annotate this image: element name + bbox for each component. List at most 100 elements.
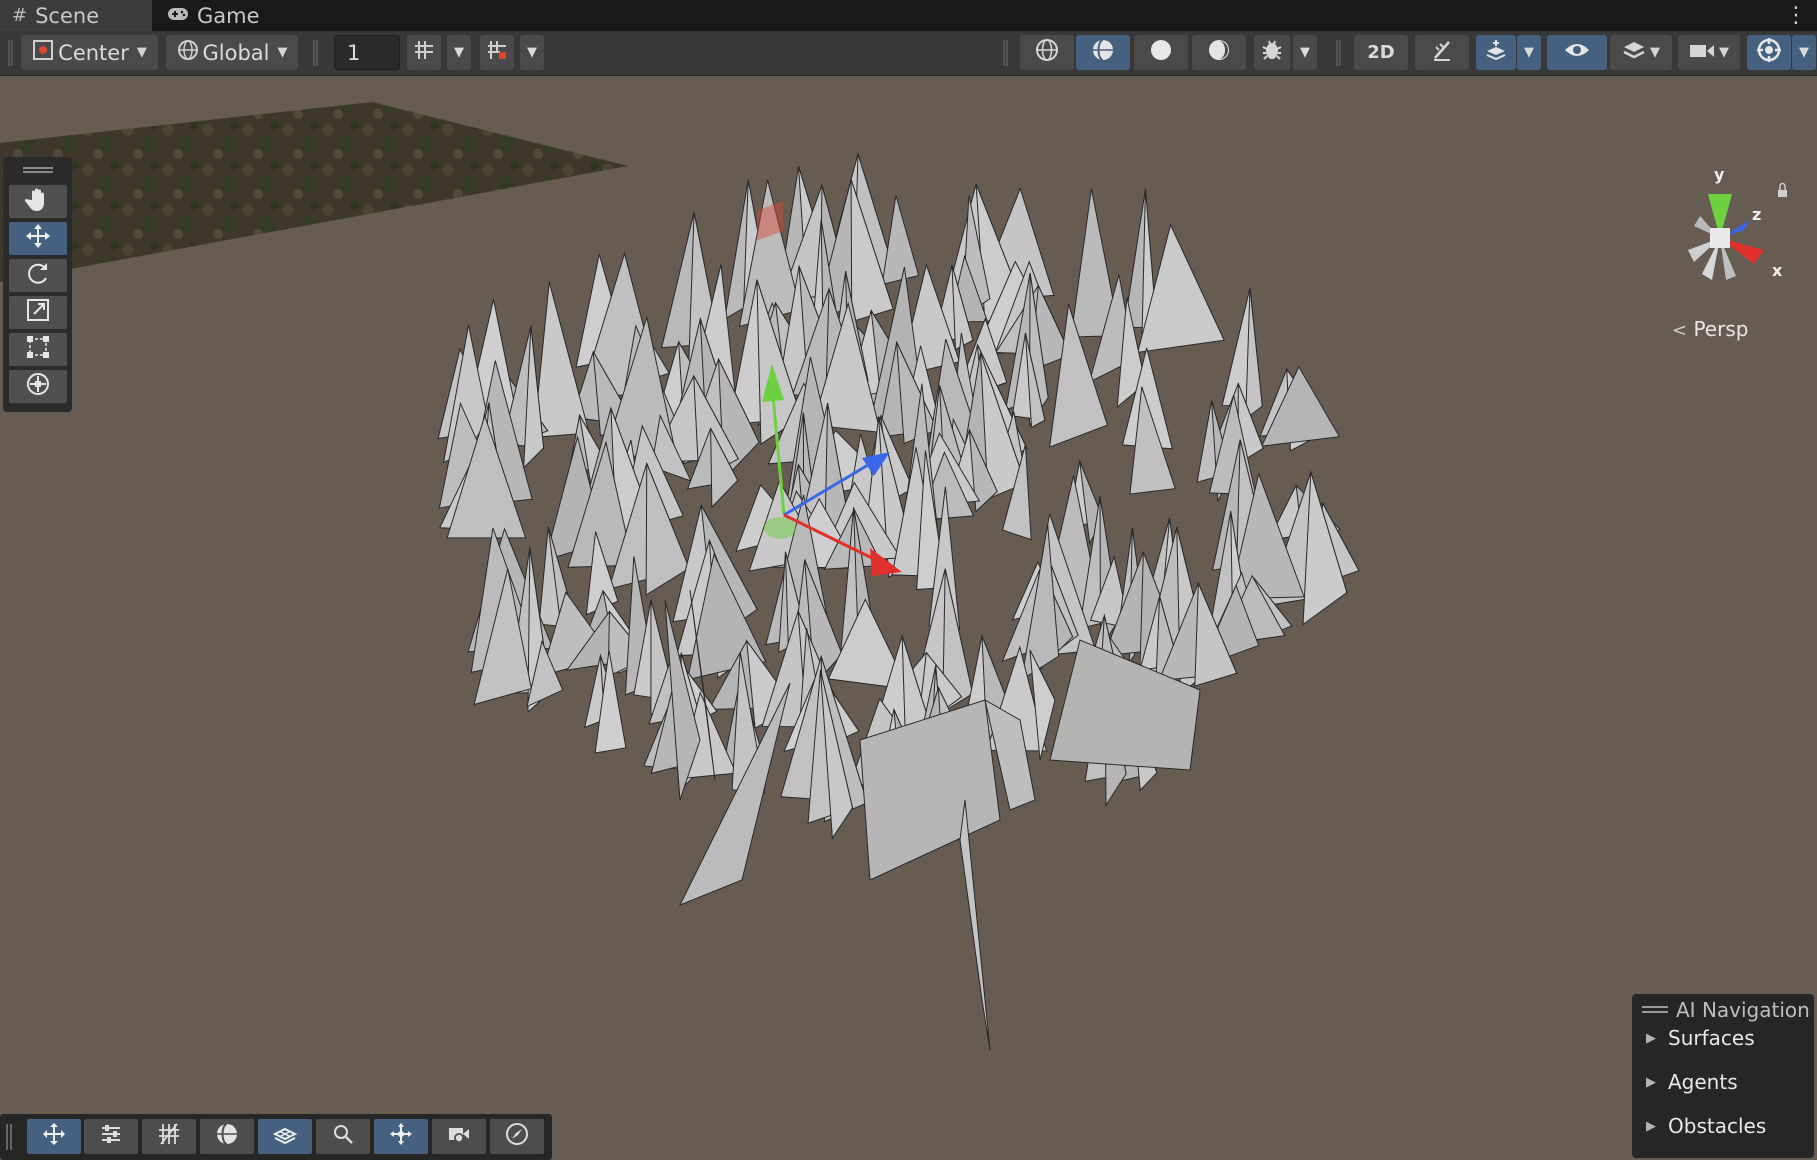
persp-chevron-icon: < [1672,320,1688,341]
toolbar-separator [1336,40,1341,66]
grid-icon [157,1122,181,1151]
tab-game-label: Game [197,3,260,28]
chevron-down-icon: ▼ [277,45,288,60]
lock-icon [1778,190,1787,197]
grid-snap-icon [413,39,435,66]
incremental-snap-dropdown[interactable]: ▼ [520,35,544,70]
camera-eye-icon [447,1122,471,1151]
overlay-search-button[interactable] [316,1119,370,1154]
gizmos-toggle[interactable] [1747,35,1791,70]
rotate-icon [25,260,51,292]
pivot-rotation-label: Global [202,40,270,65]
gamepad-icon [167,5,189,26]
pivot-rotation-dropdown[interactable]: Global ▼ [166,35,298,70]
overlay-grid-snap-button[interactable] [142,1119,196,1154]
rotate-tool-button[interactable] [9,259,67,292]
ai-nav-surfaces[interactable]: ▶ Surfaces [1646,1026,1755,1050]
toolbar-grip[interactable] [8,40,13,66]
wireframe-shading-button[interactable] [1020,35,1074,70]
hand-icon [24,186,51,218]
scale-tool-button[interactable] [9,296,67,329]
move-tool-button[interactable] [9,222,67,255]
camera-icon [1689,41,1715,65]
scene-viewport[interactable]: y z x < Persp AI Navigation ▶ Surfaces ▶… [0,76,1817,1160]
pivot-cross-icon [389,1122,413,1151]
gizmo-z-label: z [1752,205,1761,224]
light-toggle-icon [1430,38,1454,67]
pivot-mode-dropdown[interactable]: Center ▼ [21,35,158,70]
transform-icon [25,371,51,403]
incremental-snap-button[interactable] [480,35,514,70]
overlay-move-button[interactable] [27,1119,81,1154]
overlay-camera-button[interactable] [432,1119,486,1154]
scene-render [0,102,1360,1051]
ai-navigation-title: AI Navigation [1676,998,1810,1022]
mesh-face [959,799,991,1051]
lighting-toggle[interactable] [1415,35,1469,70]
projection-label: Persp [1693,317,1749,341]
eye-icon [1564,40,1590,65]
overlay-navmesh-button[interactable] [258,1119,312,1154]
gizmos-dropdown[interactable]: ▼ [1792,35,1816,70]
chevron-down-icon: ▼ [1650,45,1660,60]
layers-stack-icon [1484,38,1508,67]
snap-increment-field[interactable]: 1 [334,35,400,70]
layers-icon [1622,40,1646,65]
snap-increment-value: 1 [347,40,361,65]
tab-game[interactable]: Game [155,0,317,31]
ai-nav-obstacles-label: Obstacles [1668,1114,1767,1138]
shaded-wireframe-button[interactable] [1076,35,1130,70]
scene-toolbar: Center ▼ Global ▼ 1 ▼ ▼ ▼ 2D ▼ ▼ ▼ ▼ [0,31,1817,76]
palette-drag-handle[interactable] [23,167,53,173]
panel-drag-handle[interactable] [1642,1006,1668,1013]
rect-transform-icon [25,334,51,366]
gizmo-y-label: y [1714,165,1725,184]
debug-draw-mode-button[interactable] [1254,35,1290,70]
ai-nav-agents[interactable]: ▶ Agents [1646,1070,1738,1094]
more-options-icon[interactable]: ⋮ [1785,0,1807,31]
pivot-mode-label: Center [58,40,129,65]
transform-tool-button[interactable] [9,370,67,403]
expand-arrow-icon: ▶ [1646,1030,1656,1046]
chevron-down-icon: ▼ [1300,45,1310,60]
overlay-tool-settings-button[interactable] [84,1119,138,1154]
overlay-toolbar-grip[interactable] [6,1124,12,1150]
hash-icon: # [12,5,28,26]
overlay-orientation-button[interactable] [490,1119,544,1154]
navmesh-overlay-button[interactable] [1476,35,1516,70]
layers-dropdown[interactable]: ▼ [1610,35,1672,70]
scene-visibility-toggle[interactable] [1547,35,1607,70]
move-arrows-icon [25,223,51,255]
chevron-down-icon: ▼ [136,45,147,60]
globe-icon [177,39,199,66]
orientation-gizmo[interactable]: y z x [1660,164,1810,294]
navmesh-icon [272,1122,298,1151]
projection-toggle[interactable]: < Persp [1672,317,1748,341]
grid-snap-button[interactable] [407,35,441,70]
expand-arrow-icon: ▶ [1646,1118,1656,1134]
search-icon [331,1122,355,1151]
shaded-sphere-icon [1149,38,1173,67]
chevron-down-icon: ▼ [1719,45,1729,60]
chevron-down-icon: ▼ [454,45,464,60]
shaded-button[interactable] [1134,35,1188,70]
hand-tool-button[interactable] [9,185,67,218]
navmesh-overlay-dropdown[interactable]: ▼ [1517,35,1541,70]
overlay-pivot-button[interactable] [374,1119,428,1154]
tab-scene[interactable]: # Scene [0,0,152,31]
camera-settings-dropdown[interactable]: ▼ [1678,35,1740,70]
move-arrows-icon [42,1122,66,1151]
2d-view-toggle[interactable]: 2D [1354,35,1408,70]
shaded-wireframe-sphere-icon [1091,38,1115,67]
unlit-button[interactable] [1192,35,1246,70]
overlay-draw-mode-button[interactable] [200,1119,254,1154]
bug-icon [1260,38,1284,67]
half-sphere-icon [1207,38,1231,67]
sliders-icon [99,1122,123,1151]
terrain-plane [0,102,628,282]
debug-draw-mode-dropdown[interactable]: ▼ [1293,35,1317,70]
grid-snap-dropdown[interactable]: ▼ [447,35,471,70]
ai-navigation-panel: AI Navigation ▶ Surfaces ▶ Agents ▶ Obst… [1632,994,1814,1158]
ai-nav-obstacles[interactable]: ▶ Obstacles [1646,1114,1766,1138]
rect-tool-button[interactable] [9,333,67,366]
